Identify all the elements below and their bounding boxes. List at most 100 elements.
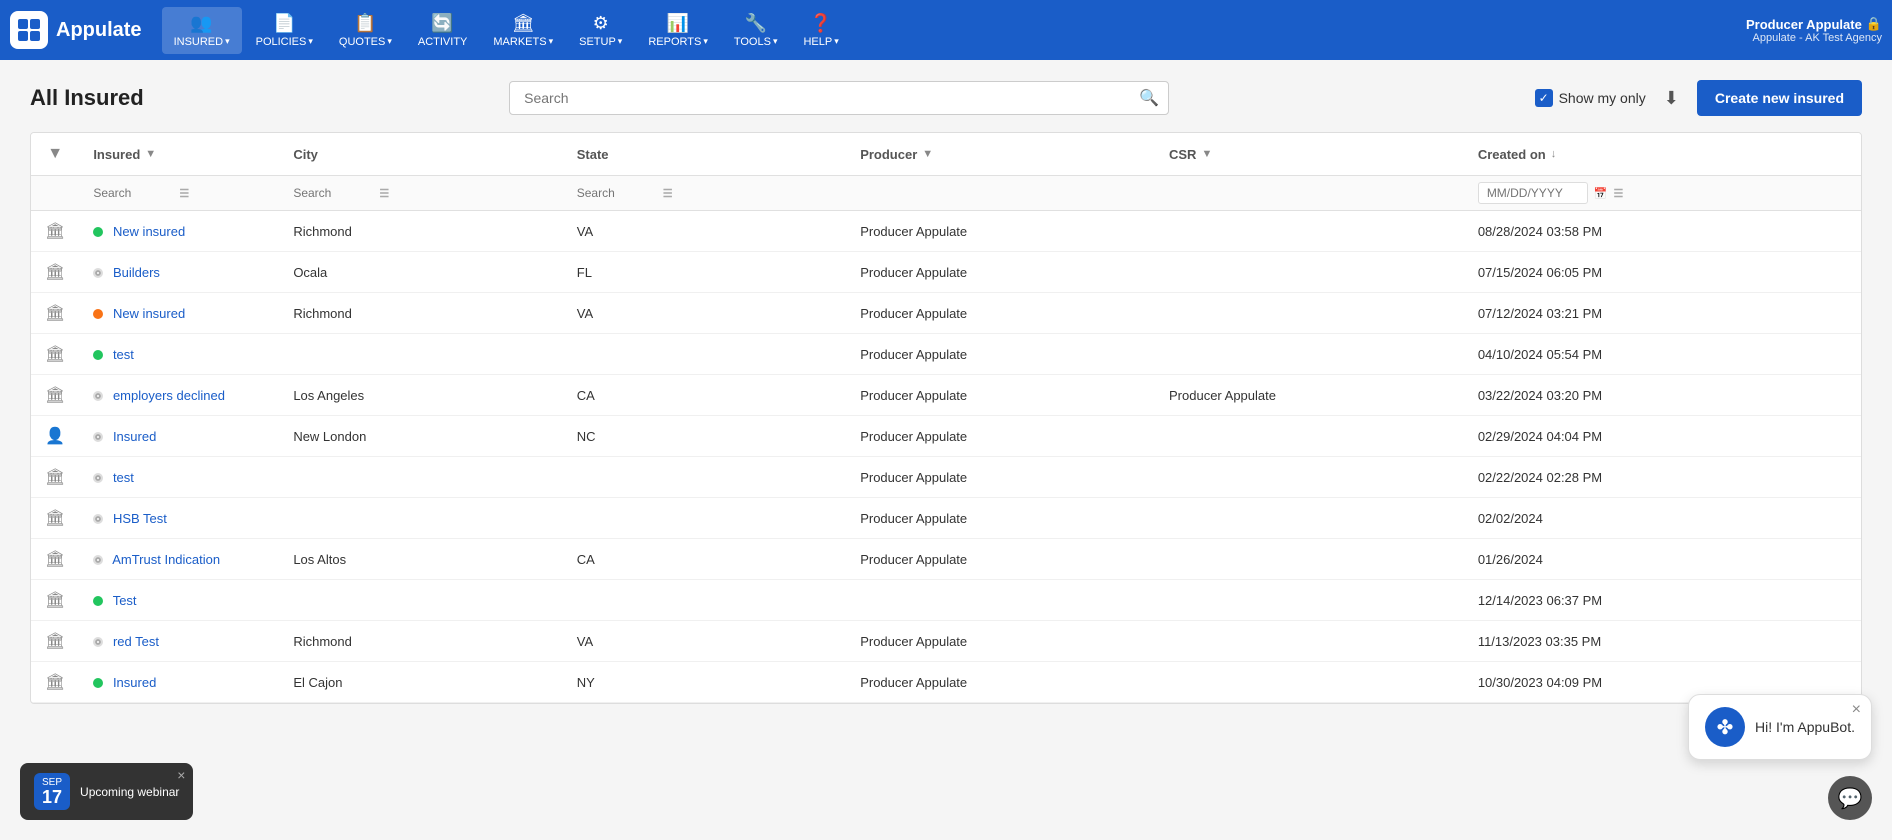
download-button[interactable]: ⬇	[1660, 84, 1683, 113]
building-icon: 🏛	[45, 633, 65, 650]
nav-item-quotes[interactable]: 📋 QUOTES ▾	[327, 7, 404, 54]
nav-item-activity[interactable]: 🔄 ACTIVITY	[406, 7, 480, 54]
nav-quotes-label: QUOTES ▾	[339, 36, 392, 48]
toolbar: All Insured 🔍 ✓ Show my only ⬇ Create ne…	[30, 80, 1862, 116]
row-type-icon: 🏛	[31, 211, 79, 252]
nav-help-label: HELP ▾	[803, 36, 838, 48]
appubot-close-button[interactable]: ×	[1852, 701, 1861, 719]
nav-item-reports[interactable]: 📊 REPORTS ▾	[636, 7, 720, 54]
chat-button[interactable]: 💬	[1828, 776, 1872, 820]
date-menu-icon[interactable]: ☰	[1614, 187, 1624, 200]
table-row[interactable]: 👤 Insured New London NC Producer Appulat…	[31, 416, 1861, 457]
insured-search-input[interactable]	[93, 186, 173, 200]
insured-search-menu-icon[interactable]: ☰	[179, 187, 189, 200]
search-input[interactable]	[509, 81, 1169, 115]
table-row[interactable]: 🏛 red Test Richmond VA Producer Appulate…	[31, 621, 1861, 662]
nav-item-markets[interactable]: 🏛 MARKETS ▾	[481, 7, 565, 54]
th-date-search: 📅 ☰	[1464, 176, 1861, 211]
row-insured: HSB Test	[79, 498, 279, 539]
insured-link[interactable]: Test	[113, 593, 137, 608]
nav-item-tools[interactable]: 🔧 TOOLS ▾	[722, 7, 790, 54]
row-created-on: 01/26/2024	[1464, 539, 1861, 580]
city-search-input[interactable]	[293, 186, 373, 200]
table-row[interactable]: 🏛 Test 12/14/2023 06:37 PM	[31, 580, 1861, 621]
nav-help-icon: ❓	[810, 13, 832, 34]
search-button[interactable]: 🔍	[1139, 88, 1159, 108]
insured-link[interactable]: New insured	[113, 224, 185, 239]
th-city-search: ☰	[279, 176, 562, 211]
insured-link[interactable]: test	[113, 470, 134, 485]
table-row[interactable]: 🏛 New insured Richmond VA Producer Appul…	[31, 211, 1861, 252]
nav-quotes-arrow: ▾	[387, 36, 392, 47]
nav-item-help[interactable]: ❓ HELP ▾	[791, 7, 850, 54]
navbar: Appulate 👥 INSURED ▾ 📄 POLICIES ▾ 📋 QUOT…	[0, 0, 1892, 60]
building-icon: 🏛	[45, 305, 65, 322]
show-my-only-checkbox: ✓	[1535, 89, 1553, 107]
row-state: VA	[563, 211, 846, 252]
table-row[interactable]: 🏛 employers declined Los Angeles CA Prod…	[31, 375, 1861, 416]
insured-link[interactable]: New insured	[113, 306, 185, 321]
table-row[interactable]: 🏛 HSB Test Producer Appulate 02/02/2024	[31, 498, 1861, 539]
insured-filter-icon[interactable]: ▼	[145, 148, 156, 160]
row-producer	[846, 580, 1155, 621]
insured-link[interactable]: employers declined	[113, 388, 225, 403]
nav-user: Producer Appulate 🔒 Appulate - AK Test A…	[1746, 16, 1882, 44]
date-calendar-icon[interactable]: 📅	[1594, 187, 1608, 200]
insured-link[interactable]: red Test	[113, 634, 159, 649]
row-state	[563, 334, 846, 375]
table-row[interactable]: 🏛 test Producer Appulate 02/22/2024 02:2…	[31, 457, 1861, 498]
table-row[interactable]: 🏛 AmTrust Indication Los Altos CA Produc…	[31, 539, 1861, 580]
insured-link[interactable]: Insured	[113, 429, 156, 444]
table-row[interactable]: 🏛 Insured El Cajon NY Producer Appulate …	[31, 662, 1861, 703]
nav-item-setup[interactable]: ⚙ SETUP ▾	[567, 7, 634, 54]
create-insured-button[interactable]: Create new insured	[1697, 80, 1862, 116]
nav-policies-arrow: ▾	[308, 36, 313, 47]
webinar-label: Upcoming webinar	[80, 785, 179, 799]
row-producer: Producer Appulate	[846, 662, 1155, 703]
webinar-toast: SEP 17 Upcoming webinar ×	[20, 763, 193, 820]
row-insured: Insured	[79, 662, 279, 703]
table-row[interactable]: 🏛 New insured Richmond VA Producer Appul…	[31, 293, 1861, 334]
insured-link[interactable]: AmTrust Indication	[112, 552, 220, 567]
building-icon: 🏛	[45, 551, 65, 568]
nav-item-insured[interactable]: 👥 INSURED ▾	[162, 7, 242, 54]
date-search-input[interactable]	[1478, 182, 1588, 204]
created-on-sort-icon[interactable]: ↓	[1551, 148, 1557, 160]
row-producer: Producer Appulate	[846, 498, 1155, 539]
insured-link[interactable]: Builders	[113, 265, 160, 280]
row-created-on: 07/12/2024 03:21 PM	[1464, 293, 1861, 334]
row-csr	[1155, 457, 1464, 498]
insured-link[interactable]: Insured	[113, 675, 156, 690]
status-dot	[93, 637, 103, 647]
table-row[interactable]: 🏛 Builders Ocala FL Producer Appulate 07…	[31, 252, 1861, 293]
insured-link[interactable]: HSB Test	[113, 511, 167, 526]
nav-help-arrow: ▾	[834, 36, 839, 47]
th-state: State	[563, 133, 846, 176]
city-search-menu-icon[interactable]: ☰	[379, 187, 389, 200]
webinar-close-button[interactable]: ×	[177, 767, 185, 783]
table-row[interactable]: 🏛 test Producer Appulate 04/10/2024 05:5…	[31, 334, 1861, 375]
row-created-on: 07/15/2024 06:05 PM	[1464, 252, 1861, 293]
th-csr-search	[1155, 176, 1464, 211]
th-filter-icon	[31, 176, 79, 211]
row-producer: Producer Appulate	[846, 334, 1155, 375]
status-dot	[93, 350, 103, 360]
nav-quotes-icon: 📋	[354, 13, 376, 34]
lock-icon: 🔒	[1866, 16, 1882, 32]
show-my-only-toggle[interactable]: ✓ Show my only	[1535, 89, 1646, 107]
nav-user-name-text: Producer Appulate	[1746, 17, 1862, 32]
row-city: El Cajon	[279, 662, 562, 703]
row-csr	[1155, 334, 1464, 375]
csr-filter-icon[interactable]: ▼	[1201, 148, 1212, 160]
state-search-input[interactable]	[577, 186, 657, 200]
nav-item-policies[interactable]: 📄 POLICIES ▾	[244, 7, 325, 54]
th-icon: ▼	[31, 133, 79, 176]
nav-setup-arrow: ▾	[618, 36, 623, 47]
state-search-menu-icon[interactable]: ☰	[663, 187, 673, 200]
row-created-on: 02/29/2024 04:04 PM	[1464, 416, 1861, 457]
appubot-icon: ✤	[1705, 707, 1745, 747]
insured-link[interactable]: test	[113, 347, 134, 362]
status-dot	[93, 391, 103, 401]
app-logo[interactable]: Appulate	[10, 11, 142, 49]
producer-filter-icon[interactable]: ▼	[922, 148, 933, 160]
